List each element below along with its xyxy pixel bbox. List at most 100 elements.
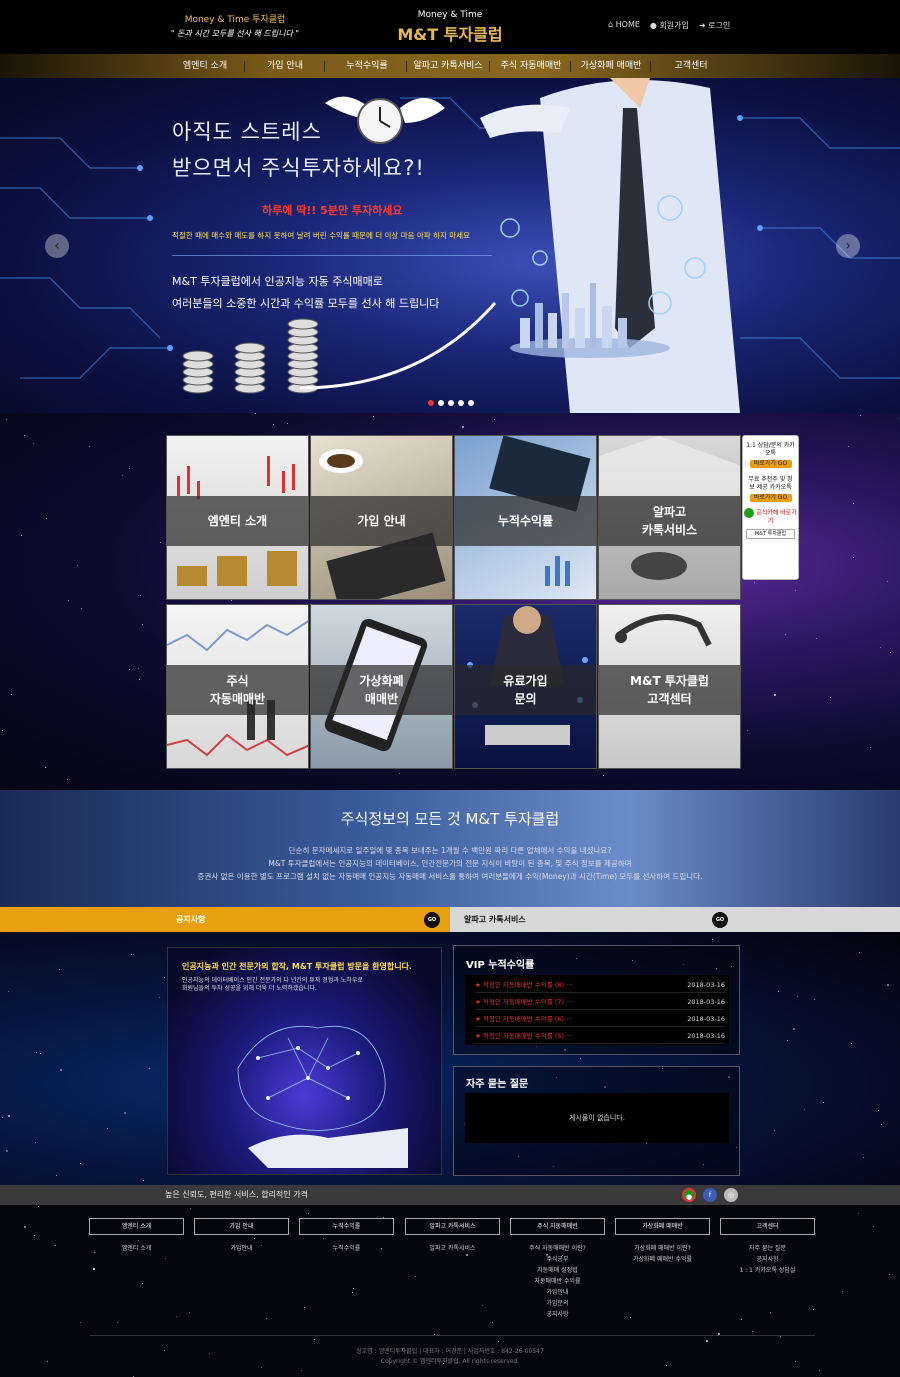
utility-menu: ⌂ HOME ● 회원가입 ➜ 로그인: [608, 20, 730, 31]
welcome-banner[interactable]: 인공지능과 인간 전문가의 합작, M&T 투자클럽 방문을 환영합니다. 인공…: [167, 947, 442, 1175]
footer-link[interactable]: 알파고 카톡서비스: [405, 1243, 500, 1254]
star-decoration: [164, 977, 165, 978]
naver-cafe-icon[interactable]: ●: [682, 1188, 696, 1202]
footer-col-about: 엠엔티 소개: [89, 1243, 184, 1254]
post-title-text: 적정인 자동매매반 수익률 (5) ···: [482, 1032, 573, 1040]
footer-head-stock-auto[interactable]: 주식 자동매매반: [510, 1218, 605, 1235]
star-decoration: [68, 600, 69, 601]
nav-item-returns[interactable]: 누적수익률: [328, 54, 406, 78]
tile-support[interactable]: M&T 투자클럽 고객센터: [598, 604, 741, 769]
star-decoration: [492, 1322, 493, 1323]
list-item[interactable]: ★ 적정인 자동매매반 수익률 (6) ··· 2018-03-16: [475, 1011, 725, 1027]
faq-empty-message: 게시물이 없습니다.: [465, 1093, 729, 1143]
footer-link[interactable]: 주식공부: [510, 1254, 605, 1265]
footer-head-join[interactable]: 가입 안내: [194, 1218, 289, 1235]
nav-item-join[interactable]: 가입 안내: [246, 54, 324, 78]
footer-col-crypto: 가상화폐 매매반 이란? 가상화폐 매매반 수익률: [615, 1243, 710, 1265]
footer-link[interactable]: 가입안내: [510, 1287, 605, 1298]
slider-dot[interactable]: [438, 400, 444, 406]
official-cafe-link[interactable]: 공식카페 바로가기: [743, 508, 798, 526]
footer-link[interactable]: 가상화폐 매매반 수익률: [615, 1254, 710, 1265]
footer-link[interactable]: 공지사항: [510, 1309, 605, 1320]
tile-alphago[interactable]: 알파고 카톡서비스: [598, 435, 741, 600]
footer-link[interactable]: 1 : 1 카카오톡 상담실: [720, 1265, 815, 1276]
star-decoration: [266, 1318, 267, 1319]
footer-link[interactable]: 주식 자동매매반 이란?: [510, 1243, 605, 1254]
site-logo[interactable]: Money & Time M&T 투자클럽: [385, 10, 515, 45]
brand-tagline: Money & Time 투자클럽 " 돈과 시간 모두를 선사 해 드립니다 …: [160, 12, 310, 39]
nav-item-alphago[interactable]: 알파고 카톡서비스: [409, 54, 487, 78]
footer-link[interactable]: 가입안내: [194, 1243, 289, 1254]
footer-link[interactable]: 자동매매반 수익률: [510, 1276, 605, 1287]
post-title: ★ 적정인 자동매매반 수익률 (8) ···: [475, 981, 573, 989]
nav-divider: [489, 61, 490, 72]
footer-link[interactable]: 엠엔티 소개: [89, 1243, 184, 1254]
kakao-consult-go-button[interactable]: 바로가기 GO: [749, 460, 792, 468]
tile-returns[interactable]: 누적수익률: [454, 435, 597, 600]
slider-dot[interactable]: [428, 400, 434, 406]
star-decoration: [830, 697, 831, 698]
nav-item-support[interactable]: 고객센터: [652, 54, 730, 78]
official-cafe-label: 공식카페 바로가기: [756, 509, 797, 526]
join-link[interactable]: ● 회원가입: [650, 20, 689, 31]
footer-head-about[interactable]: 엠엔티 소개: [89, 1218, 184, 1235]
login-link[interactable]: ➜ 로그인: [699, 20, 730, 31]
star-decoration: [80, 1322, 81, 1323]
hero-subtext: 적절한 때에 매수와 매도를 하지 못하여 날려 버린 수익률 때문에 더 이상…: [172, 231, 470, 240]
tile-join[interactable]: 가입 안내: [310, 435, 453, 600]
footer-link[interactable]: 공지사항: [720, 1254, 815, 1265]
footer-head-alphago[interactable]: 알파고 카톡서비스: [405, 1218, 500, 1235]
star-decoration: [816, 638, 817, 639]
star-decoration: [129, 669, 130, 670]
footer-divider: [90, 1335, 815, 1336]
star-decoration: [80, 1163, 81, 1164]
star-decoration: [8, 1115, 10, 1117]
nav-item-crypto[interactable]: 가상화폐 매매반: [572, 54, 650, 78]
star-decoration: [399, 773, 400, 774]
footer-link[interactable]: 자동매매 설정법: [510, 1265, 605, 1276]
instagram-icon[interactable]: ◎: [724, 1188, 738, 1202]
tile-about[interactable]: 엠엔티 소개: [166, 435, 309, 600]
hero-slider: 아직도 스트레스 받으면서 주식투자하세요?! 하루에 딱!! 5분만 투자하세…: [0, 78, 900, 413]
star-decoration: [165, 1258, 166, 1259]
slider-dot[interactable]: [468, 400, 474, 406]
alphago-go-button[interactable]: GO: [712, 912, 728, 928]
slider-prev-button[interactable]: ‹: [45, 234, 69, 258]
star-decoration: [159, 997, 160, 998]
slider-dot[interactable]: [448, 400, 454, 406]
slider-dot[interactable]: [458, 400, 464, 406]
star-decoration: [129, 468, 130, 469]
star-decoration: [804, 1109, 805, 1110]
footer-link[interactable]: 누적수익률: [299, 1243, 394, 1254]
tile-stock-auto[interactable]: 주식 자동매매반: [166, 604, 309, 769]
list-item[interactable]: ★ 적정인 자동매매반 수익률 (7) ··· 2018-03-16: [475, 994, 725, 1010]
facebook-icon[interactable]: f: [703, 1188, 717, 1202]
copyright-text: Copyright © 엠엔티투자클럽. All rights reserved…: [380, 1358, 520, 1365]
slider-next-button[interactable]: ›: [836, 234, 860, 258]
tile-paid-inquiry[interactable]: 유료가입 문의: [454, 604, 597, 769]
post-date: 2018-03-16: [687, 1015, 725, 1023]
list-item[interactable]: ★ 적정인 자동매매반 수익률 (5) ··· 2018-03-16: [475, 1028, 725, 1044]
home-link[interactable]: ⌂ HOME: [608, 20, 640, 31]
footer-link[interactable]: 자주 묻는 질문: [720, 1243, 815, 1254]
star-decoration: [142, 624, 143, 625]
list-item[interactable]: ★ 적정인 자동매매반 수익률 (8) ··· 2018-03-16: [475, 977, 725, 993]
intro-line-2: M&T 투자클럽에서는 인공지능의 데이터베이스, 인간전문가의 전문 지식이 …: [268, 859, 632, 868]
tile-crypto[interactable]: 가상화폐 매매반: [310, 604, 453, 769]
footer-head-returns[interactable]: 누적수익률: [299, 1218, 394, 1235]
home-link-label: HOME: [615, 20, 640, 29]
free-stock-go-button[interactable]: 바로가기 GO: [749, 494, 792, 502]
star-decoration: [853, 557, 854, 558]
star-decoration: [11, 694, 12, 695]
intro-line-3: 증권사 없은 이용한 별도 프로그램 설치 없는 자동매매 인공지능 자동매매 …: [197, 872, 703, 881]
mt-club-label[interactable]: M&T 투자클럽: [746, 529, 795, 539]
star-decoration: [2, 730, 3, 731]
footer-link[interactable]: 가입문의: [510, 1298, 605, 1309]
footer-link[interactable]: 가상화폐 매매반 이란?: [615, 1243, 710, 1254]
nav-item-stock-auto[interactable]: 주식 자동매매반: [492, 54, 570, 78]
notice-go-button[interactable]: GO: [424, 912, 440, 928]
post-date: 2018-03-16: [687, 981, 725, 989]
nav-item-about[interactable]: 엠엔티 소개: [166, 54, 244, 78]
footer-head-crypto[interactable]: 가상화폐 매매반: [615, 1218, 710, 1235]
footer-head-support[interactable]: 고객센터: [720, 1218, 815, 1235]
